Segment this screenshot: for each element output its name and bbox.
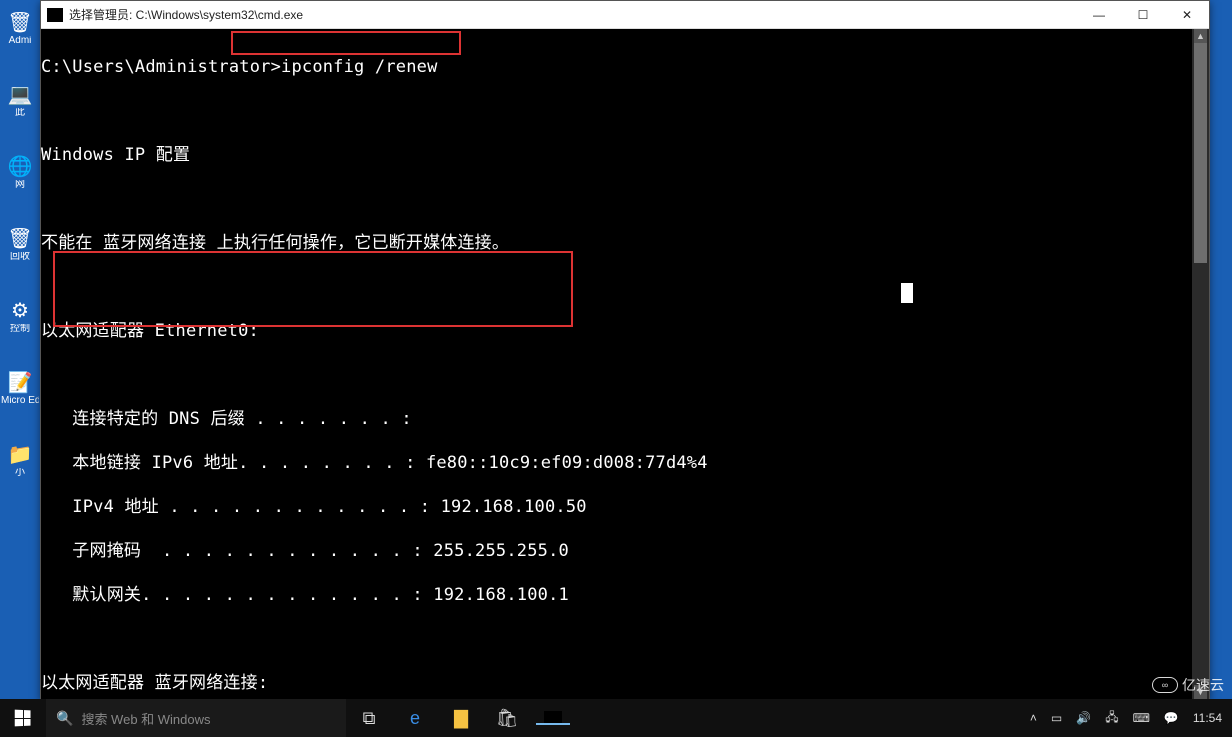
selection-caret	[901, 283, 913, 303]
cmd-taskbar-icon[interactable]	[530, 711, 576, 725]
desktop-icon[interactable]: 🗑回收	[2, 224, 38, 272]
prompt-path: C:\Users\Administrator	[41, 57, 271, 77]
output-line: IPv4 地址 . . . . . . . . . . . . : 192.16…	[41, 496, 1188, 518]
search-placeholder: 搜索 Web 和 Windows	[81, 709, 210, 728]
tray-chevron-icon[interactable]: ˄	[1030, 711, 1037, 725]
cmd-window: 选择管理员: C:\Windows\system32\cmd.exe — ☐ ✕…	[40, 0, 1210, 700]
window-titlebar[interactable]: 选择管理员: C:\Windows\system32\cmd.exe — ☐ ✕	[41, 1, 1209, 29]
cmd-icon	[47, 8, 63, 22]
output-line: 默认网关. . . . . . . . . . . . . : 192.168.…	[41, 584, 1188, 606]
tray-app-icon[interactable]: ▭	[1051, 711, 1062, 725]
system-tray: ˄ ▭ 🔊 🖧 ⌨ 💬 11:54	[1020, 699, 1232, 737]
window-title: 选择管理员: C:\Windows\system32\cmd.exe	[69, 6, 1077, 23]
scroll-up-arrow[interactable]: ▲	[1194, 29, 1207, 43]
desktop-icons-column: 🗑Admi 💻此 🌐网 🗑回收 ⚙控制 📝Micro Ed 📁小	[0, 0, 40, 699]
watermark-icon: ∞	[1152, 677, 1178, 693]
tray-keyboard-icon[interactable]: ⌨	[1133, 711, 1150, 725]
windows-logo-icon	[15, 710, 31, 727]
taskbar: 🔍 搜索 Web 和 Windows ⧉ e ▇ 🛍 ˄ ▭ 🔊 🖧 ⌨ 💬 1…	[0, 699, 1232, 737]
file-explorer-icon[interactable]: ▇	[438, 708, 484, 729]
output-line: Windows IP 配置	[41, 144, 1188, 166]
output-line: 以太网适配器 Ethernet0:	[41, 320, 1188, 342]
edge-browser-icon[interactable]: e	[392, 708, 438, 729]
tray-action-center-icon[interactable]: 💬	[1164, 711, 1179, 725]
window-controls: — ☐ ✕	[1077, 1, 1209, 28]
maximize-button[interactable]: ☐	[1121, 1, 1165, 28]
command-text: >ipconfig /renew	[271, 57, 438, 77]
desktop-icon[interactable]: ⚙控制	[2, 296, 38, 344]
desktop-icon[interactable]: 💻此	[2, 80, 38, 128]
taskbar-search[interactable]: 🔍 搜索 Web 和 Windows	[46, 699, 346, 737]
taskbar-pinned: ⧉ e ▇ 🛍	[346, 699, 576, 737]
tray-clock[interactable]: 11:54	[1193, 711, 1222, 725]
search-icon: 🔍	[56, 710, 73, 727]
output-line: 不能在 蓝牙网络连接 上执行任何操作，它已断开媒体连接。	[41, 232, 1188, 254]
output-line: 子网掩码 . . . . . . . . . . . . : 255.255.2…	[41, 540, 1188, 562]
desktop-icon[interactable]: 🗑Admi	[2, 8, 38, 56]
minimize-button[interactable]: —	[1077, 1, 1121, 28]
tray-volume-icon[interactable]: 🔊	[1076, 711, 1091, 725]
scroll-thumb[interactable]	[1194, 43, 1207, 263]
start-button[interactable]	[0, 699, 46, 737]
desktop-icon[interactable]: 📝Micro Ed	[2, 368, 38, 416]
terminal-output[interactable]: C:\Users\Administrator>ipconfig /renew W…	[41, 29, 1192, 699]
output-line: 连接特定的 DNS 后缀 . . . . . . . :	[41, 408, 1188, 430]
output-line: 以太网适配器 蓝牙网络连接:	[41, 672, 1188, 694]
watermark-text: 亿速云	[1182, 675, 1224, 695]
desktop-icon[interactable]: 📁小	[2, 440, 38, 488]
task-view-button[interactable]: ⧉	[346, 708, 392, 729]
tray-network-icon[interactable]: 🖧	[1105, 708, 1118, 729]
close-button[interactable]: ✕	[1165, 1, 1209, 28]
store-icon[interactable]: 🛍	[484, 708, 530, 729]
output-line: 本地链接 IPv6 地址. . . . . . . . : fe80::10c9…	[41, 452, 1188, 474]
desktop-icon[interactable]: 🌐网	[2, 152, 38, 200]
watermark: ∞ 亿速云	[1152, 675, 1224, 695]
vertical-scrollbar[interactable]: ▲ ▼	[1192, 29, 1209, 699]
